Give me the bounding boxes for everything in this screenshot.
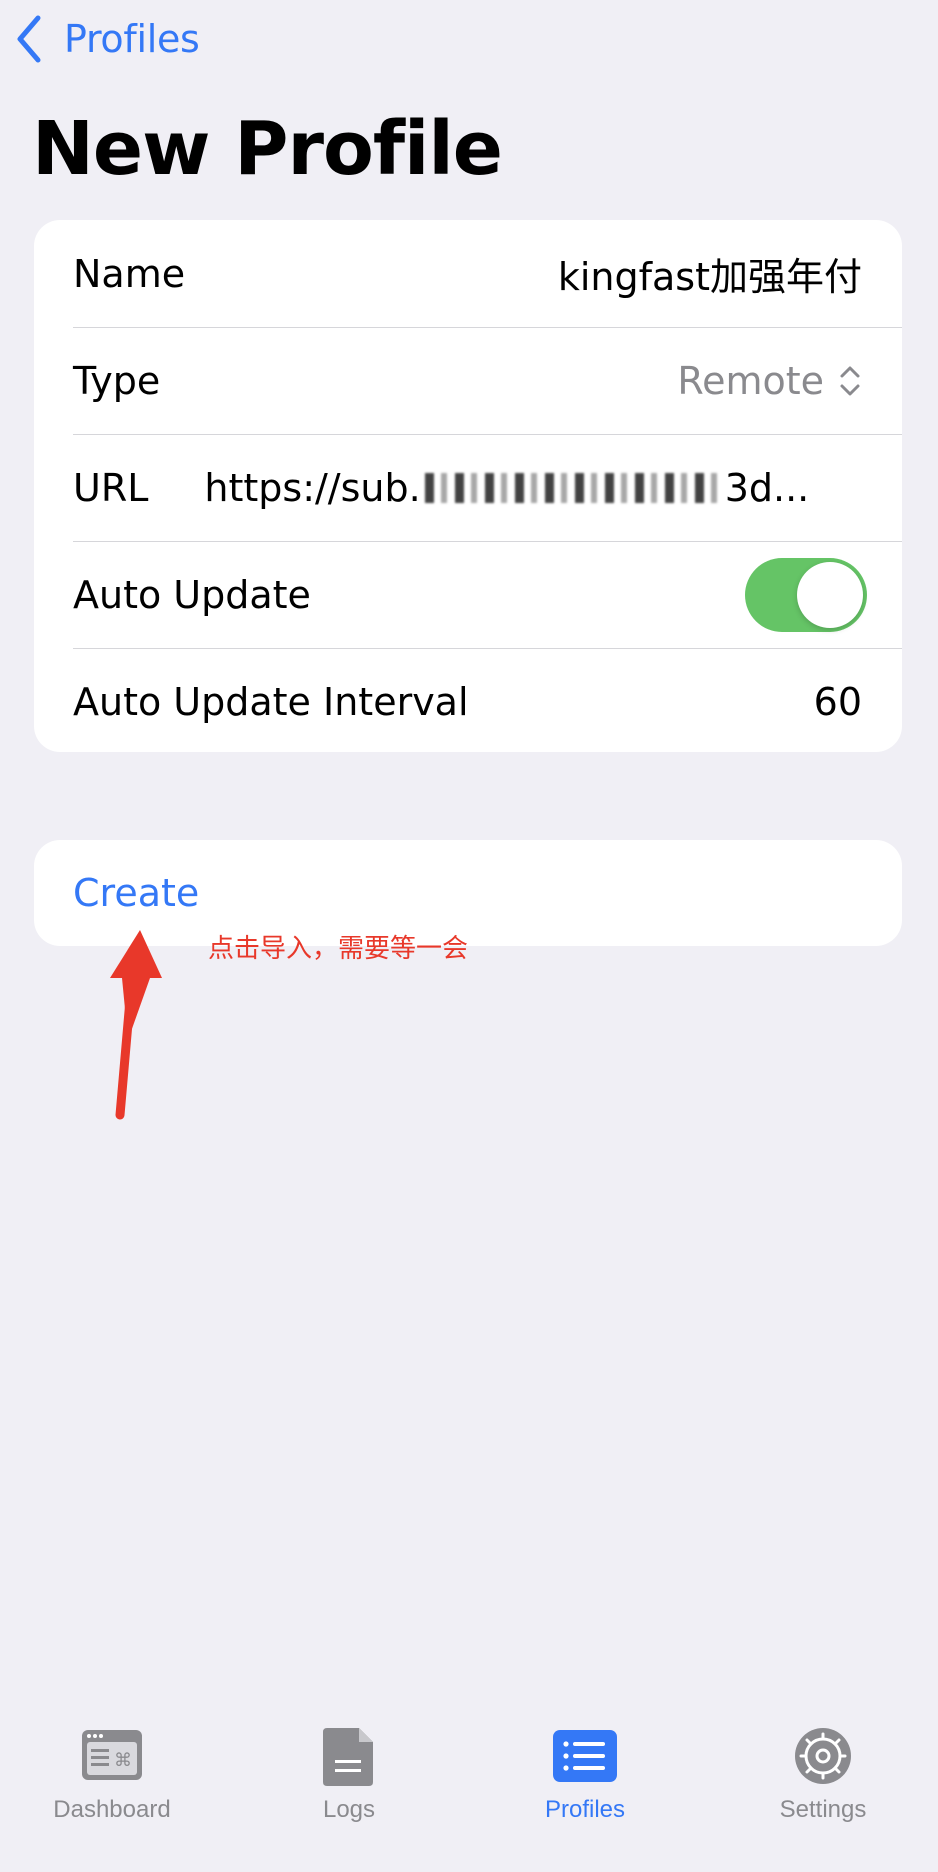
chevron-left-icon [17,15,41,63]
redacted-mask [424,472,725,503]
chevron-up-down-icon [840,366,860,395]
back-button[interactable]: Profiles [14,14,200,64]
interval-field[interactable]: 60 [814,680,862,724]
screen: Profiles New Profile Name kingfast加强年付 T… [0,0,938,1872]
tab-profiles[interactable]: Profiles [495,1724,675,1844]
url-label: URL [73,465,149,510]
page-title: New Profile [32,106,503,192]
tab-logs[interactable]: Logs [259,1724,439,1844]
tab-profiles-label: Profiles [544,1796,626,1823]
url-value-prefix: https://sub. [204,465,421,510]
toggle-knob [797,561,863,628]
profile-form: Name kingfast加强年付 Type Remote URL https:… [34,220,902,752]
tab-dashboard[interactable]: ⌘ Dashboard [22,1724,202,1844]
url-value-suffix: 3d... [724,465,810,510]
type-row[interactable]: Type Remote [34,327,902,434]
name-label: Name [73,251,186,296]
type-value: Remote [677,358,824,403]
auto-update-toggle[interactable] [745,557,867,632]
url-row[interactable]: URL https://sub. 3d... [34,434,902,541]
name-field[interactable]: kingfast加强年付 [558,246,862,301]
back-button-label: Profiles [64,17,200,61]
svg-text:⌘: ⌘ [114,1750,132,1771]
annotation-text: 点击导入，需要等一会 [208,934,469,964]
name-row[interactable]: Name kingfast加强年付 [34,220,902,327]
type-label: Type [73,358,161,403]
tab-settings-label: Settings [779,1796,867,1823]
interval-label: Auto Update Interval [73,679,469,724]
url-field[interactable]: https://sub. 3d... [204,466,862,510]
list-icon [553,1730,617,1782]
gear-icon [795,1728,851,1784]
arrow-annotation-icon [110,930,162,1120]
interval-row[interactable]: Auto Update Interval 60 [34,648,902,752]
auto-update-row: Auto Update [34,541,902,648]
tab-dashboard-label: Dashboard [53,1796,171,1823]
dashboard-icon: ⌘ [82,1730,142,1780]
tab-bar: ⌘ Dashboard Logs Profiles Settings [0,1706,938,1872]
tab-logs-label: Logs [322,1796,376,1823]
document-icon [323,1728,373,1786]
auto-update-label: Auto Update [73,572,311,617]
type-picker[interactable]: Remote [677,359,862,403]
tab-settings[interactable]: Settings [733,1724,913,1844]
